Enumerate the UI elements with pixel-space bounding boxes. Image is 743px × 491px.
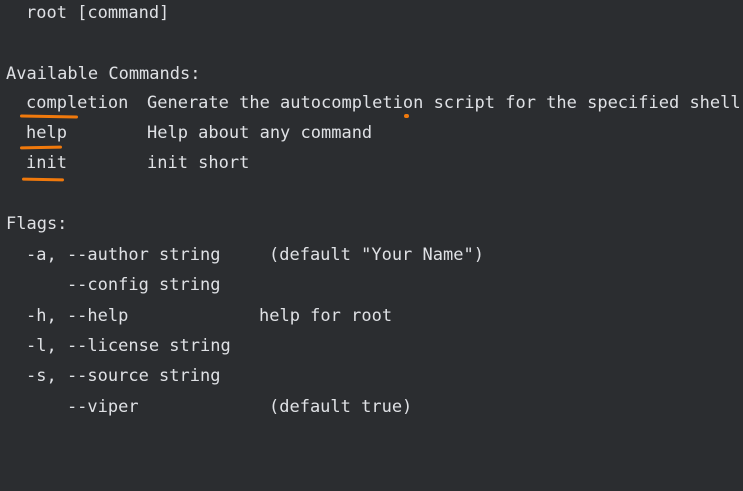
flag-name: -s, --source string — [26, 366, 221, 386]
commands-heading: Available Commands: — [6, 64, 201, 84]
flag-description: (default true) — [269, 397, 413, 417]
usage-line: root [command] — [0, 1, 169, 25]
flag-name: -h, --help — [26, 306, 129, 326]
flag-row: -a, --author string (default "Your Name"… — [0, 243, 484, 267]
command-name: help — [26, 123, 67, 143]
flag-row: -s, --source string — [0, 364, 220, 388]
flag-row: --viper (default true) — [0, 395, 412, 419]
flags-heading-line: Flags: — [0, 212, 67, 236]
flag-description: help for root — [259, 306, 393, 326]
command-row-completion: completion Generate the autocompletion s… — [0, 91, 741, 115]
flags-heading: Flags: — [6, 214, 68, 234]
command-description: init short — [147, 153, 250, 173]
command-row-help: help Help about any command — [0, 121, 372, 145]
flag-row: --config string — [0, 273, 221, 297]
command-name: init — [26, 153, 67, 173]
flag-name: --viper — [26, 397, 139, 417]
flag-row: -h, --help help for root — [0, 304, 392, 328]
command-row-init: init init short — [0, 151, 249, 175]
command-description: Generate the autocompletion script for t… — [147, 93, 741, 113]
annotation-dot-mark — [404, 114, 409, 118]
command-name: completion — [26, 93, 129, 113]
flag-name: --config string — [26, 275, 221, 295]
flag-name: -a, --author string — [26, 245, 221, 265]
usage-text: root [command] — [26, 3, 170, 23]
underline-mark-help — [19, 145, 63, 150]
terminal-output: root [command] Available Commands: compl… — [0, 0, 743, 430]
flag-row: -l, --license string — [0, 334, 231, 358]
commands-heading-line: Available Commands: — [0, 62, 200, 86]
flag-description: (default "Your Name") — [269, 245, 484, 265]
command-description: Help about any command — [147, 123, 373, 143]
flag-name: -l, --license string — [26, 336, 231, 356]
